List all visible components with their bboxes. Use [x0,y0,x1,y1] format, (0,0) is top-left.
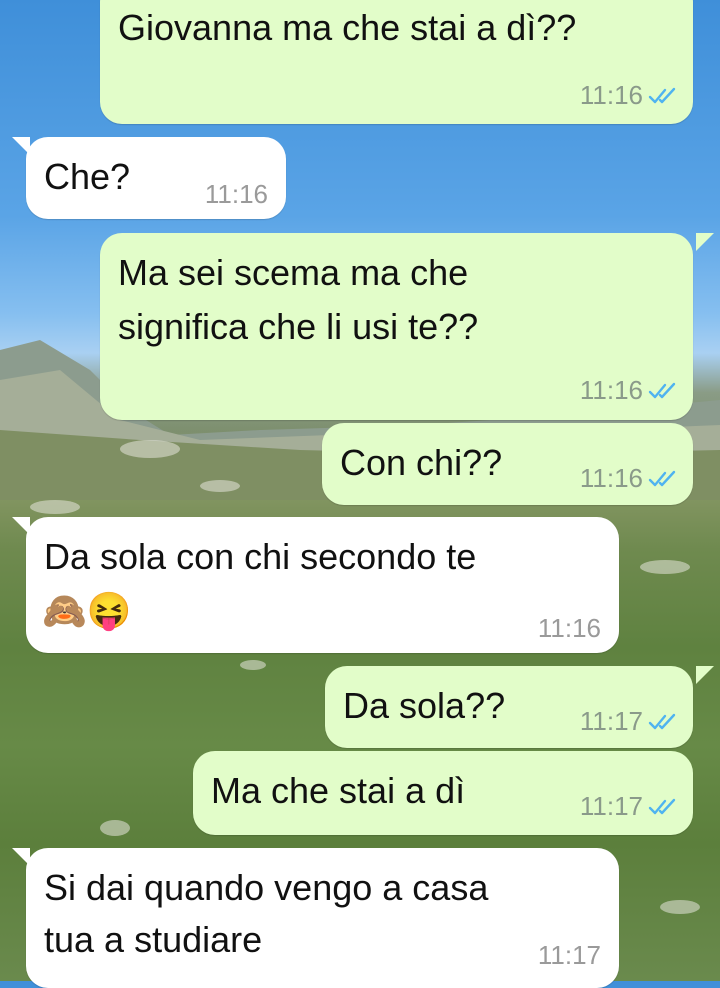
message-text: Giovanna ma che stai a dì?? [118,7,577,48]
double-check-read-icon [648,382,676,398]
message-text: Ma che stai a dì [211,770,466,811]
message-bubble-incoming[interactable]: Si dai quando vengo a casa tua a studiar… [26,848,619,988]
message-bubble-incoming[interactable]: Da sola con chi secondo te 🙈😝 11:16 [26,517,619,653]
message-text-line: Ma sei scema ma che [118,252,469,293]
double-check-read-icon [648,470,676,486]
message-text: Da sola con chi secondo te [44,536,477,577]
message-meta: 11:17 [580,791,679,822]
double-check-read-icon [648,798,676,814]
message-time: 11:17 [537,940,601,970]
message-time: 11:16 [537,613,601,643]
message-bubble-outgoing[interactable]: Giovanna ma che stai a dì?? 11:16 [100,0,693,124]
message-time: 11:17 [579,791,643,821]
message-text: Con chi?? [340,442,503,483]
message-bubble-outgoing[interactable]: Con chi?? 11:16 [322,423,693,505]
message-time: 11:16 [579,80,643,110]
message-time: 11:16 [579,463,643,493]
message-bubble-outgoing[interactable]: Ma sei scema ma che significa che li usi… [100,233,693,420]
bubble-tail [696,666,714,684]
double-check-read-icon [648,713,676,729]
message-bubble-outgoing[interactable]: Ma che stai a dì 11:17 [193,751,693,835]
message-bubble-incoming[interactable]: Che? 11:16 [26,137,286,219]
message-text: Da sola?? [343,685,506,726]
message-meta: 11:16 [580,463,679,494]
bubble-tail [696,233,714,251]
message-time: 11:16 [579,375,643,405]
emoji-monkey-tongue: 🙈😝 [42,590,132,631]
message-meta: 11:16 [580,80,679,111]
message-text: Che? [44,156,131,197]
message-bubble-outgoing[interactable]: Da sola?? 11:17 [325,666,693,748]
message-meta: 11:16 [580,375,679,406]
message-text-line: Si dai quando vengo a casa [44,867,489,908]
message-time: 11:16 [204,179,268,209]
message-meta: 11:17 [580,706,679,737]
message-text-line: tua a studiare [44,919,263,960]
double-check-read-icon [648,87,676,103]
message-time: 11:17 [579,706,643,736]
message-text-line: significa che li usi te?? [118,306,479,347]
